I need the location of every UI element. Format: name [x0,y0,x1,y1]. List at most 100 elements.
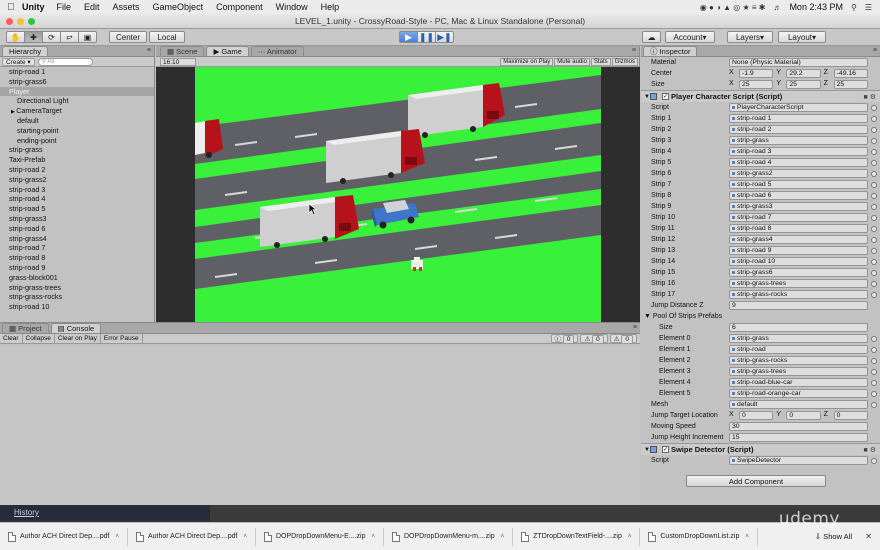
error-pause-button[interactable]: Error Pause [101,334,143,343]
object-field[interactable]: strip-grass [729,136,868,145]
player-script-header[interactable]: ▼ ✓ Player Character Script (Script) ■ ⚙ [641,90,880,102]
component-enabled-checkbox[interactable]: ✓ [661,93,669,100]
hierarchy-item[interactable]: Player [0,86,154,97]
collapse-button[interactable]: Collapse [23,334,55,343]
tab-game[interactable]: ▶ Game [206,46,249,56]
tab-scene[interactable]: ▦ Scene [160,46,205,56]
volume-icon[interactable]: ♬ [773,3,781,12]
component-settings-icon[interactable]: ■ ⚙ [864,446,876,454]
jump-target-z-field[interactable]: 0 [833,411,868,420]
object-picker-icon[interactable] [871,159,877,166]
element-object-field[interactable]: strip-grass-rocks [729,356,868,365]
move-tool-icon[interactable]: ✚ [24,31,43,43]
jump-target-y-field[interactable]: 0 [786,411,821,420]
menu-gameobject[interactable]: GameObject [153,2,204,12]
hierarchy-item[interactable]: strip-grass [0,145,154,155]
object-picker-icon[interactable] [871,181,877,188]
hierarchy-item[interactable]: Taxi-Prefab [0,155,154,165]
object-field[interactable]: strip-grass4 [729,235,868,244]
object-picker-icon[interactable] [871,137,877,144]
game-viewport[interactable] [156,67,640,322]
add-component-button[interactable]: Add Component [686,475,826,487]
object-picker-icon[interactable] [871,247,877,254]
layout-dropdown[interactable]: Layout ▾ [778,31,826,43]
object-picker-icon[interactable] [871,104,877,111]
hierarchy-item[interactable]: strip-road 5 [0,204,154,214]
layers-dropdown[interactable]: Layers ▾ [727,31,773,43]
list-icon[interactable]: ☰ [865,3,872,12]
hierarchy-item[interactable]: default [0,116,154,126]
object-field[interactable]: strip-road 5 [729,180,868,189]
hierarchy-item[interactable]: strip-road 9 [0,263,154,273]
stats-toggle[interactable]: Stats [590,57,611,66]
object-picker-icon[interactable] [871,170,877,177]
object-picker-icon[interactable] [871,225,877,232]
app-menu[interactable]: Unity [22,2,45,12]
object-picker-icon[interactable] [871,401,877,408]
object-field[interactable]: strip-grass-trees [729,279,868,288]
component-enabled-checkbox[interactable]: ✓ [661,446,669,453]
log-count-toggle[interactable]: ⓘ 0 [550,334,579,344]
object-picker-icon[interactable] [871,258,877,265]
object-picker-icon[interactable] [871,236,877,243]
panel-menu-icon[interactable]: ≡ [873,47,877,54]
hierarchy-item[interactable]: strip-grass6 [0,77,154,87]
object-picker-icon[interactable] [871,269,877,276]
chevron-up-icon[interactable]: ˄ [745,534,749,540]
maximize-on-play-toggle[interactable]: Maximize on Play [500,57,554,66]
menu-file[interactable]: File [57,2,72,12]
warning-count-toggle[interactable]: ⚠ 0 [580,334,608,344]
chevron-up-icon[interactable]: ˄ [371,534,375,540]
collab-cloud-icon[interactable]: ☁ [642,31,661,43]
hierarchy-item[interactable]: grass-block001 [0,273,154,283]
clear-button[interactable]: Clear [0,334,23,343]
object-picker-icon[interactable] [871,126,877,133]
material-field[interactable]: None (Physic Material) [729,58,868,67]
size-y-field[interactable]: 25 [786,80,821,89]
hierarchy-item[interactable]: strip-road 4 [0,194,154,204]
search-icon[interactable]: ⚲ [851,3,857,12]
tab-inspector[interactable]: ⓘ Inspector [643,46,698,56]
chevron-up-icon[interactable]: ˄ [501,534,505,540]
rect-tool-icon[interactable]: ▣ [78,31,97,43]
object-field[interactable]: strip-grass6 [729,268,868,277]
object-picker-icon[interactable] [871,214,877,221]
tab-animator[interactable]: ⋯ Animator [250,46,304,56]
pivot-local-button[interactable]: Local [149,31,185,43]
hierarchy-item[interactable]: starting-point [0,126,154,136]
hierarchy-item[interactable]: strip-road 6 [0,224,154,234]
mesh-field[interactable]: default [729,400,868,409]
download-item[interactable]: Author ACH Direct Dep....pdf ˄ [128,527,256,546]
jump-target-x-field[interactable]: 0 [739,411,774,420]
download-item[interactable]: DOPDropDownMenu-m....zip ˄ [384,527,514,546]
hierarchy-item[interactable]: strip-road 7 [0,243,154,253]
pause-button[interactable]: ❚❚ [417,31,436,43]
hand-tool-icon[interactable]: ✋ [6,31,25,43]
center-y-field[interactable]: 29.2 [786,69,821,78]
menu-window[interactable]: Window [276,2,308,12]
element-object-field[interactable]: strip-grass-trees [729,367,868,376]
object-field[interactable]: strip-road 4 [729,158,868,167]
tab-hierarchy[interactable]: Hierarchy [2,46,49,56]
center-x-field[interactable]: -1.9 [739,69,774,78]
object-picker-icon[interactable] [871,335,877,342]
hierarchy-item[interactable]: strip-road 3 [0,185,154,195]
object-picker-icon[interactable] [871,280,877,287]
pivot-center-button[interactable]: Center [109,31,147,43]
swipe-script-field[interactable]: SwipeDetector [729,456,868,465]
game-render[interactable] [195,67,601,322]
object-field[interactable]: PlayerCharacterScript [729,103,868,112]
hierarchy-search-input[interactable]: ⚲ All [37,57,93,66]
panel-menu-icon[interactable]: ≡ [147,47,151,54]
object-field[interactable]: strip-grass-rocks [729,290,868,299]
object-field[interactable]: strip-grass2 [729,169,868,178]
panel-menu-icon[interactable]: ≡ [633,324,637,331]
element-object-field[interactable]: strip-grass [729,334,868,343]
hierarchy-item[interactable]: strip-grass4 [0,234,154,244]
pool-row[interactable]: ▼ Pool Of Strips Prefabs [641,311,880,322]
error-count-toggle[interactable]: ⚠ 0 [609,334,637,344]
chevron-up-icon[interactable]: ˄ [243,534,247,540]
create-dropdown[interactable]: Create ▾ [2,57,35,66]
play-button[interactable]: ▶ [399,31,418,43]
center-z-field[interactable]: -49.16 [833,69,868,78]
